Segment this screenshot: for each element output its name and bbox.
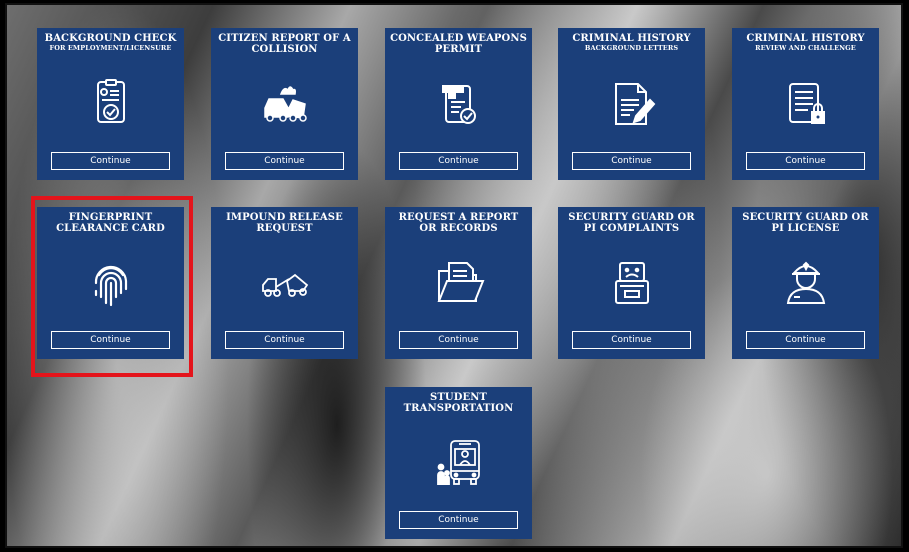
school-bus-icon <box>433 437 485 489</box>
continue-button[interactable]: Continue <box>51 331 170 349</box>
continue-button[interactable]: Continue <box>746 152 865 170</box>
weapon-permit-icon <box>433 78 485 130</box>
complaint-box-icon <box>606 257 658 309</box>
document-lock-icon <box>780 78 832 130</box>
document-pen-icon <box>606 78 658 130</box>
continue-button[interactable]: Continue <box>572 331 691 349</box>
badge-check-icon <box>85 78 137 130</box>
continue-button[interactable]: Continue <box>746 331 865 349</box>
card-criminal-history-letters[interactable]: CRIMINAL HISTORY BACKGROUND LETTERS Cont… <box>558 28 705 180</box>
card-criminal-history-review[interactable]: CRIMINAL HISTORY REVIEW AND CHALLENGE Co… <box>732 28 879 180</box>
continue-button[interactable]: Continue <box>572 152 691 170</box>
card-background-check[interactable]: BACKGROUND CHECK FOR EMPLOYMENT/LICENSUR… <box>37 28 184 180</box>
background-canyon-image: BACKGROUND CHECK FOR EMPLOYMENT/LICENSUR… <box>5 3 903 548</box>
card-title: SECURITY GUARD OR PI COMPLAINTS <box>568 212 695 234</box>
card-title: CONCEALED WEAPONS PERMIT <box>390 33 527 55</box>
folder-document-icon <box>433 257 485 309</box>
continue-button[interactable]: Continue <box>225 152 344 170</box>
card-request-report[interactable]: REQUEST A REPORT OR RECORDS Continue <box>385 207 532 359</box>
card-security-complaints[interactable]: SECURITY GUARD OR PI COMPLAINTS Continue <box>558 207 705 359</box>
tow-truck-icon <box>259 257 311 309</box>
continue-button[interactable]: Continue <box>225 331 344 349</box>
card-title: CITIZEN REPORT OF A COLLISION <box>218 33 351 55</box>
card-impound-release[interactable]: IMPOUND RELEASE REQUEST Continue <box>211 207 358 359</box>
card-title: CRIMINAL HISTORY BACKGROUND LETTERS <box>572 33 691 52</box>
security-guard-icon <box>780 257 832 309</box>
card-title: IMPOUND RELEASE REQUEST <box>226 212 343 234</box>
fingerprint-icon <box>85 257 137 309</box>
continue-button[interactable]: Continue <box>51 152 170 170</box>
card-security-license[interactable]: SECURITY GUARD OR PI LICENSE Continue <box>732 207 879 359</box>
card-title: STUDENT TRANSPORTATION <box>403 392 514 414</box>
continue-button[interactable]: Continue <box>399 331 518 349</box>
card-title: CRIMINAL HISTORY REVIEW AND CHALLENGE <box>746 33 865 52</box>
continue-button[interactable]: Continue <box>399 511 518 529</box>
card-title: FINGERPRINT CLEARANCE CARD <box>56 212 165 234</box>
card-title: BACKGROUND CHECK FOR EMPLOYMENT/LICENSUR… <box>44 33 177 52</box>
continue-button[interactable]: Continue <box>399 152 518 170</box>
card-fingerprint-clearance[interactable]: FINGERPRINT CLEARANCE CARD Continue <box>37 207 184 359</box>
car-collision-icon <box>259 78 311 130</box>
card-title: SECURITY GUARD OR PI LICENSE <box>742 212 869 234</box>
card-concealed-weapons[interactable]: CONCEALED WEAPONS PERMIT Continue <box>385 28 532 180</box>
card-title: REQUEST A REPORT OR RECORDS <box>398 212 519 234</box>
card-student-transportation[interactable]: STUDENT TRANSPORTATION Continue <box>385 387 532 539</box>
card-citizen-collision[interactable]: CITIZEN REPORT OF A COLLISION Continue <box>211 28 358 180</box>
